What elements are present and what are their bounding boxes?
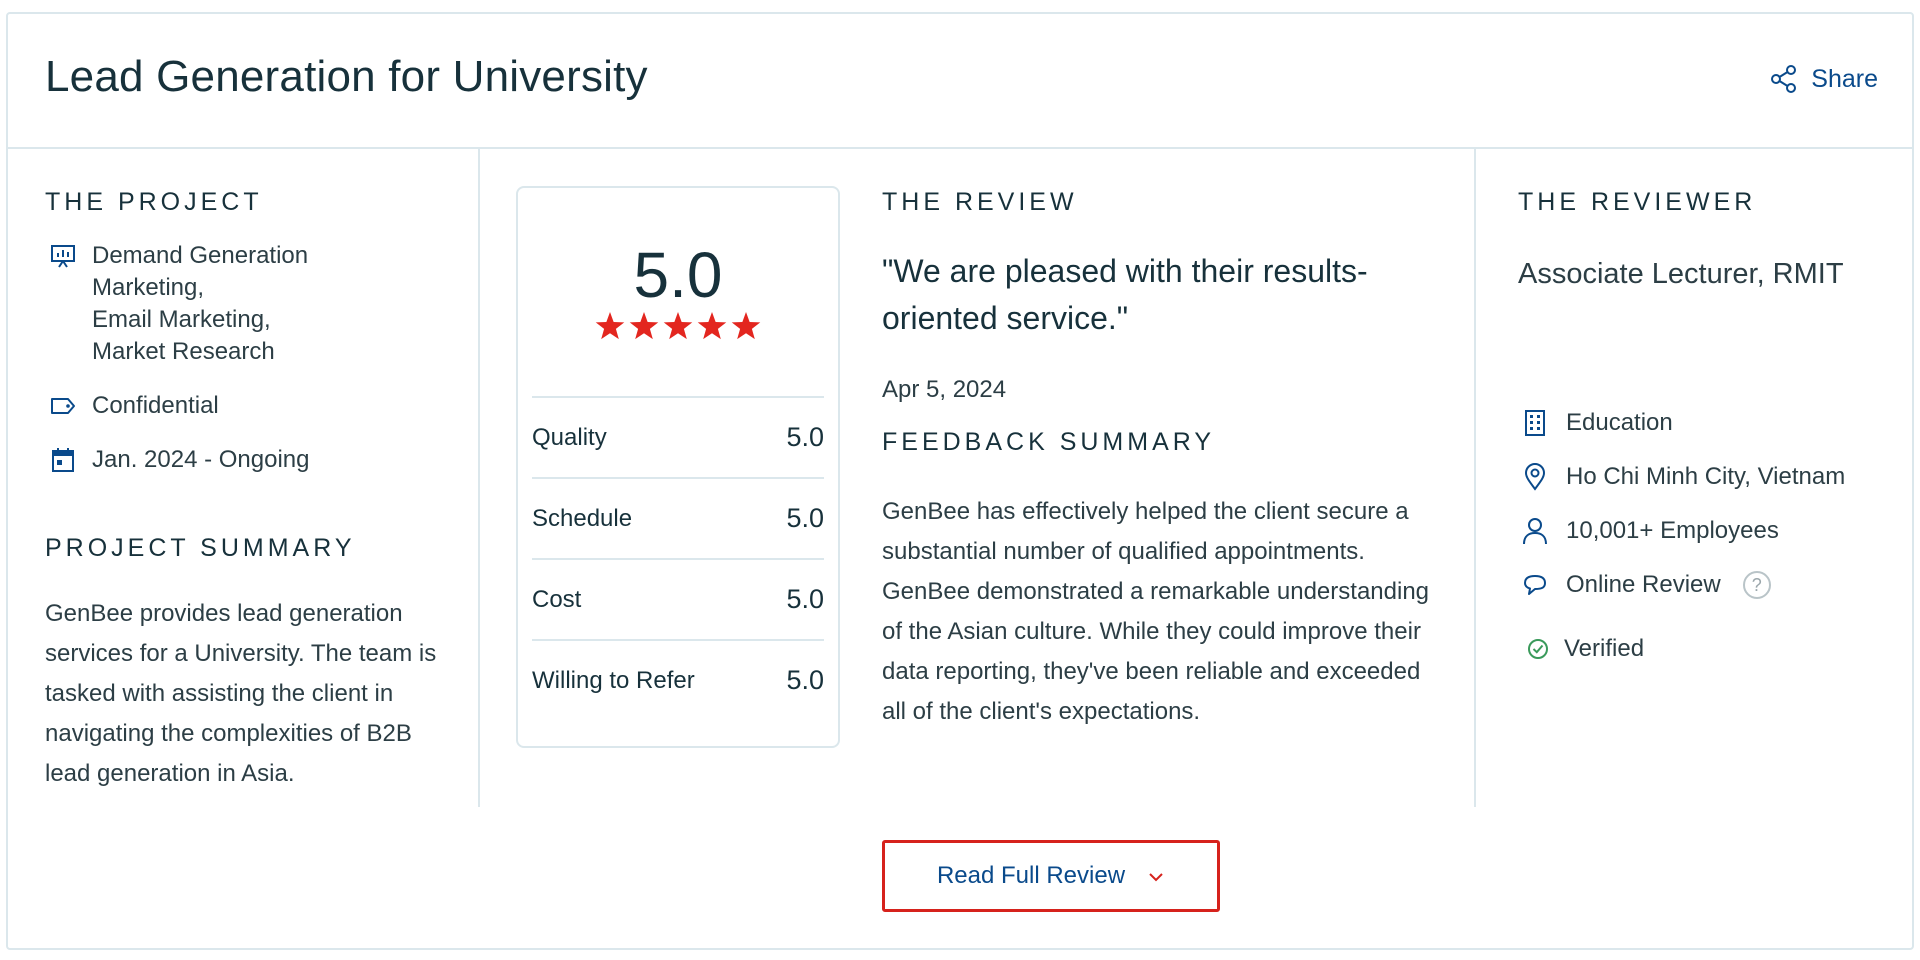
share-icon [1769,64,1799,94]
reviewer-heading: THE REVIEWER [1518,188,1757,216]
project-heading: THE PROJECT [45,188,263,216]
reviewer-review-type: Online Review ? [1520,570,1771,600]
rating-row-schedule: Schedule 5.0 [532,477,824,558]
rating-value: 5.0 [786,584,824,614]
map-pin-icon [1520,462,1550,492]
share-button[interactable]: Share [1769,64,1878,94]
service-item: Email Marketing, [92,306,271,333]
review-date: Apr 5, 2024 [882,376,1007,403]
project-budget: Confidential [48,390,219,422]
feedback-summary-text: GenBee has effectively helped the client… [882,498,1430,725]
chevron-down-icon [1147,862,1165,890]
read-full-review-label: Read Full Review [936,862,1126,889]
reviewer-company-size: 10,001+ Employees [1520,516,1779,546]
review-heading: THE REVIEW [882,188,1078,216]
date-range: Jan. 2024 - Ongoing [92,446,310,473]
project-summary-text: GenBee provides lead generation services… [45,600,437,787]
rating-row-quality: Quality 5.0 [532,396,824,477]
verified-label: Verified [1564,635,1645,662]
rating-row-willing-to-refer: Willing to Refer 5.0 [532,639,824,720]
rating-label: Willing to Refer [532,666,695,694]
star-icon [731,312,761,340]
presentation-chart-icon [48,240,78,272]
overall-score: 5.0 [633,239,723,311]
check-circle-icon [1526,634,1550,664]
service-item: Demand Generation [92,242,309,269]
page-title: Lead Generation for University [45,52,648,101]
star-icon [697,312,727,340]
calendar-icon [48,444,78,476]
rating-label: Quality [532,423,607,451]
services-list: Demand Generation Marketing, Email Marke… [92,240,308,368]
industry-label: Education [1566,409,1673,436]
project-summary-heading: PROJECT SUMMARY [45,534,356,562]
rating-box: 5.0 Quality 5.0 Schedule 5.0 Cost 5.0 Wi… [516,186,840,748]
location-label: Ho Chi Minh City, Vietnam [1566,463,1846,490]
review-card: Lead Generation for University Share THE… [6,12,1914,950]
read-full-review-button[interactable]: Read Full Review [882,840,1220,912]
rating-value: 5.0 [786,665,824,695]
rating-value: 5.0 [786,503,824,533]
share-label: Share [1811,64,1878,93]
rating-label: Cost [532,585,582,613]
budget-value: Confidential [92,392,219,419]
reviewer-industry: Education [1520,408,1673,438]
rating-row-cost: Cost 5.0 [532,558,824,639]
feedback-summary-heading: FEEDBACK SUMMARY [882,428,1216,456]
company-size-label: 10,001+ Employees [1566,517,1779,544]
user-icon [1520,516,1550,546]
review-type-label: Online Review [1566,571,1721,598]
review-quote: "We are pleased with their results-orien… [882,253,1368,336]
rating-label: Schedule [532,504,633,532]
reviewer-role: Associate Lecturer, RMIT [1518,258,1844,290]
tag-icon [48,390,78,422]
reviewer-verified: Verified [1526,634,1644,664]
star-rating [518,311,838,343]
review-header: Lead Generation for University Share [8,14,1912,149]
star-icon [595,312,625,340]
rating-value: 5.0 [786,422,824,452]
star-icon [663,312,693,340]
service-item: Marketing, [92,274,205,301]
building-icon [1520,408,1550,438]
chat-bubble-icon [1520,570,1550,600]
column-divider [1474,149,1476,807]
help-icon[interactable]: ? [1742,571,1771,599]
project-services: Demand Generation Marketing, Email Marke… [48,240,308,368]
service-item: Market Research [92,338,275,365]
reviewer-location: Ho Chi Minh City, Vietnam [1520,462,1845,492]
star-icon [629,312,659,340]
column-divider [478,149,480,807]
project-dates: Jan. 2024 - Ongoing [48,444,310,476]
